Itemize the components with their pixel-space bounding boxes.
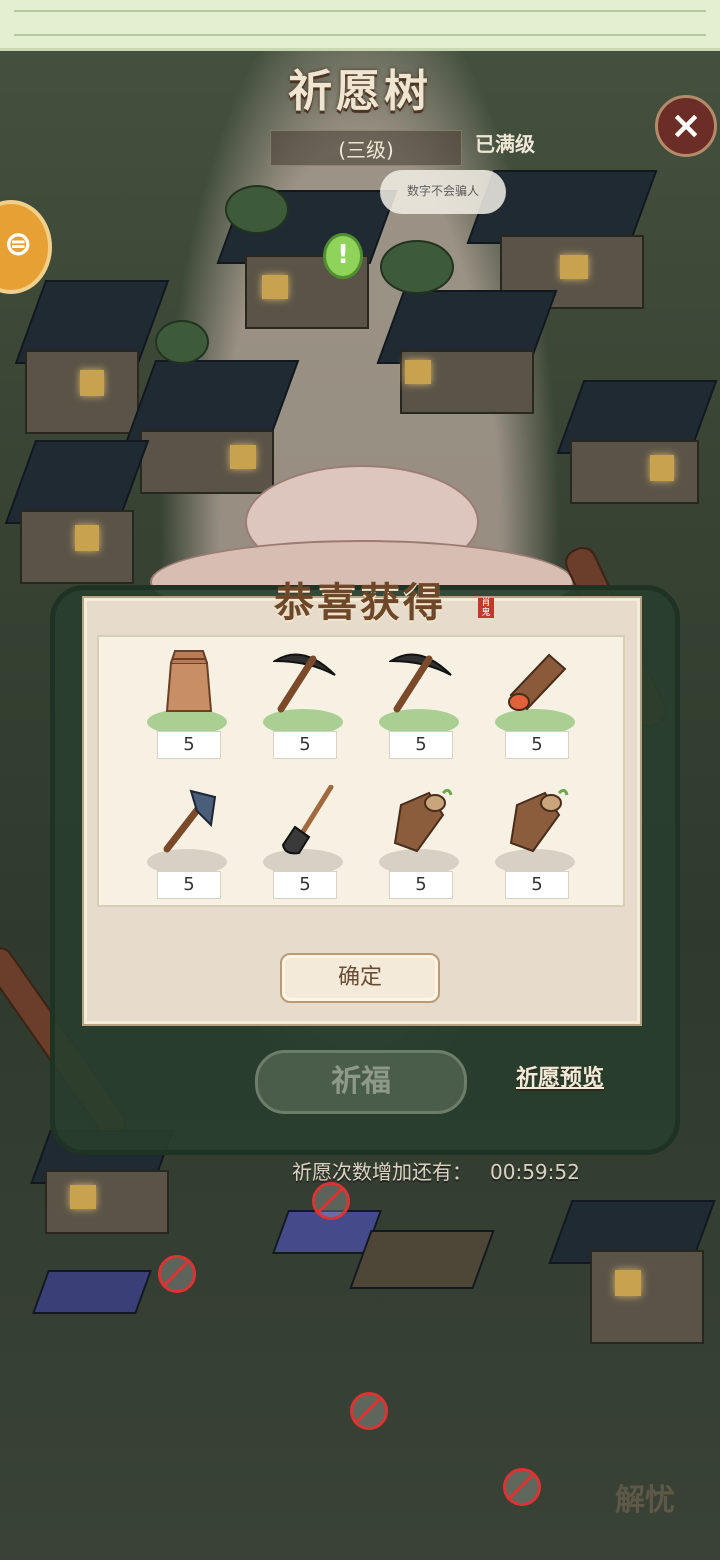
- house-window: [650, 455, 674, 481]
- reward-item: 5: [245, 783, 361, 909]
- no-entry-icon[interactable]: [503, 1468, 541, 1506]
- reward-item: 5: [477, 783, 593, 909]
- house-wall: [590, 1250, 704, 1344]
- npc-speech-text: 数字不会骗人: [406, 184, 479, 198]
- shovel-icon: [281, 785, 334, 855]
- reward-item: 5: [129, 643, 245, 769]
- market-awning: [31, 1270, 153, 1314]
- reward-item: 5: [245, 643, 361, 769]
- item-count: 5: [157, 871, 221, 899]
- pine-tree: [380, 240, 454, 294]
- house-window: [560, 255, 588, 279]
- pray-button[interactable]: 祈福: [255, 1050, 467, 1114]
- wish-timer: 祈愿次数增加还有： 00:59:52: [292, 1156, 580, 1185]
- house-window: [230, 445, 256, 469]
- stall-roof: [349, 1230, 495, 1289]
- item-count: 5: [273, 871, 337, 899]
- item-count: 5: [505, 871, 569, 899]
- wish-preview-link[interactable]: 祈愿预览: [516, 1060, 604, 1092]
- pickaxe-icon: [389, 653, 452, 713]
- house-window: [80, 370, 104, 396]
- close-button[interactable]: ×: [655, 95, 717, 157]
- reward-item-grid: 5 5 5 5 5 5 5 5: [97, 635, 625, 907]
- quest-alert-icon[interactable]: !: [323, 233, 363, 279]
- item-count: 5: [389, 731, 453, 759]
- pine-tree: [225, 185, 289, 234]
- reward-item: 5: [477, 643, 593, 769]
- tree-stump-icon: [393, 788, 453, 853]
- timer-label: 祈愿次数增加还有：: [292, 1160, 472, 1184]
- page-title: 祈愿树: [288, 66, 432, 117]
- axe-icon: [163, 789, 217, 853]
- house-window: [70, 1185, 96, 1209]
- item-count: 5: [157, 731, 221, 759]
- house-window: [405, 360, 431, 384]
- pickaxe-icon: [273, 653, 336, 713]
- item-count: 5: [389, 871, 453, 899]
- no-entry-icon[interactable]: [312, 1182, 350, 1220]
- reward-item: 5: [129, 783, 245, 909]
- level-label: (三级): [338, 138, 394, 162]
- dispel-sorrow-icon[interactable]: 解忧: [615, 1475, 695, 1545]
- reward-item: 5: [361, 783, 477, 909]
- max-level-badge: 已满级: [475, 132, 535, 156]
- level-bar: (三级): [270, 130, 462, 166]
- item-count: 5: [505, 731, 569, 759]
- house-wall: [570, 440, 699, 504]
- house-window: [615, 1270, 641, 1296]
- item-count: 5: [273, 731, 337, 759]
- no-entry-icon[interactable]: [350, 1392, 388, 1430]
- no-entry-icon[interactable]: [158, 1255, 196, 1293]
- house-wall: [45, 1170, 169, 1234]
- house-window: [75, 525, 99, 551]
- side-menu-icon: ⊜: [4, 224, 33, 264]
- tree-stump-icon: [509, 788, 569, 853]
- npc-speech-bubble: 数字不会骗人: [380, 170, 506, 214]
- confirm-button[interactable]: 确定: [280, 953, 440, 1003]
- house-window: [262, 275, 288, 299]
- seal-stamp-icon: 肖鬼: [478, 598, 494, 618]
- log-icon: [508, 653, 567, 711]
- top-banner: [0, 0, 720, 51]
- seed-bag-icon: [165, 650, 213, 712]
- pine-tree: [155, 320, 209, 364]
- reward-item: 5: [361, 643, 477, 769]
- timer-value: 00:59:52: [490, 1160, 580, 1184]
